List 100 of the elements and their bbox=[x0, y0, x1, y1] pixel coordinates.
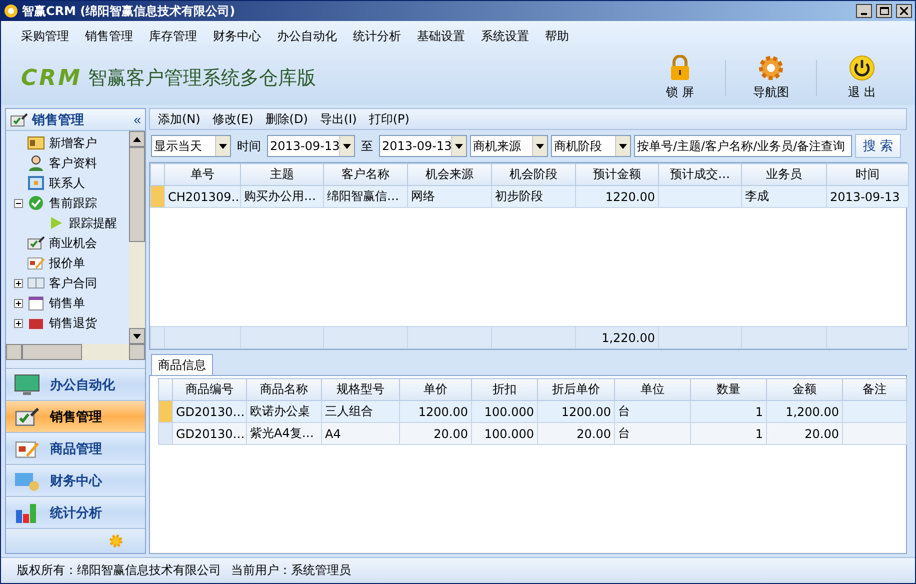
pen-icon bbox=[14, 406, 40, 428]
total-cell: 1,220.00 bbox=[576, 326, 658, 348]
close-button[interactable] bbox=[896, 4, 912, 18]
tree-item[interactable]: 报价单 bbox=[49, 254, 85, 272]
column-header[interactable]: 折后单价 bbox=[538, 378, 614, 400]
close-icon[interactable] bbox=[900, 7, 908, 15]
table-cell: 1220.00 bbox=[576, 186, 658, 208]
menu-item[interactable]: 统计分析 bbox=[345, 28, 409, 44]
toolbar-button[interactable]: 修改(E) bbox=[212, 110, 254, 128]
date-picker[interactable]: 2013-09-13 bbox=[379, 135, 467, 157]
column-header[interactable]: 时间 bbox=[826, 164, 908, 186]
horizontal-scrollbar[interactable] bbox=[6, 344, 145, 360]
tree-item[interactable]: 商业机会 bbox=[49, 234, 97, 252]
lock-icon bbox=[669, 55, 691, 81]
app-title: 智赢客户管理系统多仓库版 bbox=[88, 66, 317, 91]
column-header[interactable]: 数量 bbox=[690, 378, 766, 400]
dropdown-arrow-icon bbox=[343, 144, 351, 148]
toolbar-button[interactable]: 锁 屏 bbox=[647, 53, 713, 103]
menu-item[interactable]: 销售管理 bbox=[77, 28, 141, 44]
table-cell: 网络 bbox=[408, 186, 492, 208]
dropdown-arrow-icon bbox=[219, 144, 227, 148]
nav-button[interactable]: 统计分析 bbox=[6, 496, 145, 528]
tree-item[interactable]: 销售单 bbox=[49, 294, 85, 312]
column-header[interactable]: 规格型号 bbox=[322, 378, 400, 400]
column-header[interactable]: 主题 bbox=[240, 164, 324, 186]
maximize-icon[interactable] bbox=[880, 7, 888, 15]
copyright-text: 版权所有：绵阳智赢信息技术有限公司 bbox=[17, 562, 221, 579]
dropdown-arrow-icon bbox=[133, 334, 141, 338]
to-label: 至 bbox=[360, 138, 374, 154]
column-header[interactable]: 机会阶段 bbox=[492, 164, 576, 186]
toolbar-button[interactable]: 删除(D) bbox=[265, 110, 308, 128]
check-icon bbox=[27, 195, 45, 211]
menu-item[interactable]: 办公自动化 bbox=[269, 28, 345, 44]
nav-button[interactable]: 办公自动化 bbox=[6, 368, 145, 400]
tree-item[interactable]: 跟踪提醒 bbox=[69, 214, 117, 232]
toolbar-button[interactable]: 导出(I) bbox=[320, 110, 357, 128]
column-header[interactable]: 业务员 bbox=[742, 164, 826, 186]
dropdown-arrow-icon bbox=[619, 144, 627, 148]
tree-item[interactable]: 客户合同 bbox=[49, 274, 97, 292]
nav-button[interactable]: 商品管理 bbox=[6, 432, 145, 464]
pen-icon bbox=[27, 235, 45, 251]
column-header[interactable]: 预计金额 bbox=[576, 164, 658, 186]
calendar-icon bbox=[27, 295, 45, 311]
column-header[interactable]: 客户名称 bbox=[324, 164, 408, 186]
stage-dropdown[interactable]: 商机阶段 bbox=[551, 135, 631, 157]
table-cell bbox=[842, 422, 906, 444]
logo: CRM bbox=[21, 66, 82, 90]
range-dropdown[interactable]: 显示当天 bbox=[151, 135, 231, 157]
column-header[interactable]: 预计成交… bbox=[658, 164, 742, 186]
dropdown-arrow-icon bbox=[133, 136, 141, 142]
table-cell: CH201309… bbox=[164, 186, 240, 208]
column-header[interactable]: 机会来源 bbox=[408, 164, 492, 186]
source-dropdown[interactable]: 商机来源 bbox=[470, 135, 548, 157]
toolbar-button[interactable]: 添加(N) bbox=[158, 110, 200, 128]
search-field[interactable]: 按单号/主题/客户名称/业务员/备注查询 bbox=[634, 135, 852, 157]
toolbar-button[interactable]: 退 出 bbox=[829, 53, 895, 103]
column-header[interactable]: 单位 bbox=[614, 378, 690, 400]
nav-button[interactable]: 销售管理 bbox=[6, 400, 145, 432]
menu-item[interactable]: 帮助 bbox=[537, 28, 577, 44]
tree-item[interactable]: 新增客户 bbox=[49, 134, 97, 152]
menu-item[interactable]: 财务中心 bbox=[205, 28, 269, 44]
collapse-button[interactable]: « bbox=[134, 112, 141, 127]
table-cell: 1 bbox=[690, 422, 766, 444]
nav-button[interactable]: 财务中心 bbox=[6, 464, 145, 496]
table-cell: 20.00 bbox=[400, 422, 472, 444]
person-icon bbox=[27, 155, 45, 171]
column-header[interactable]: 商品编号 bbox=[172, 378, 246, 400]
scrollbar[interactable] bbox=[129, 131, 145, 344]
tree-item[interactable]: 销售退货 bbox=[49, 314, 97, 332]
column-header[interactable]: 折扣 bbox=[472, 378, 538, 400]
minimize-button[interactable] bbox=[856, 4, 872, 18]
table-cell: A4 bbox=[322, 422, 400, 444]
pen-icon bbox=[10, 112, 28, 128]
maximize-button[interactable] bbox=[876, 4, 892, 18]
column-header[interactable]: 备注 bbox=[842, 378, 906, 400]
menu-item[interactable]: 库存管理 bbox=[141, 28, 205, 44]
date-picker[interactable]: 2013-09-13 bbox=[267, 135, 355, 157]
column-header[interactable]: 单价 bbox=[400, 378, 472, 400]
time-label: 时间 bbox=[236, 138, 262, 154]
column-header[interactable]: 商品名称 bbox=[246, 378, 322, 400]
column-header[interactable]: 金额 bbox=[766, 378, 842, 400]
column-header[interactable]: 单号 bbox=[164, 164, 240, 186]
book-icon bbox=[27, 275, 45, 291]
monitor-icon bbox=[14, 374, 40, 396]
menu-item[interactable]: 基础设置 bbox=[409, 28, 473, 44]
window-title: 智赢CRM (绵阳智赢信息技术有限公司) bbox=[22, 2, 236, 20]
tab[interactable]: 商品信息 bbox=[151, 354, 213, 375]
tree-item[interactable]: 售前跟踪 bbox=[49, 194, 97, 212]
menu-item[interactable]: 采购管理 bbox=[13, 28, 77, 44]
table-cell: 20.00 bbox=[538, 422, 614, 444]
tree-item[interactable]: 联系人 bbox=[49, 174, 85, 192]
toolbar-button[interactable]: 导航图 bbox=[738, 53, 804, 103]
table-cell: 100.000 bbox=[472, 422, 538, 444]
menu-item[interactable]: 系统设置 bbox=[473, 28, 537, 44]
table-cell: 20.00 bbox=[766, 422, 842, 444]
tree-item[interactable]: 客户资料 bbox=[49, 154, 97, 172]
current-user-text: 当前用户：系统管理员 bbox=[231, 562, 351, 579]
search-button[interactable]: 搜 索 bbox=[855, 134, 901, 158]
table-cell: 台 bbox=[614, 422, 690, 444]
toolbar-button[interactable]: 打印(P) bbox=[368, 110, 410, 128]
